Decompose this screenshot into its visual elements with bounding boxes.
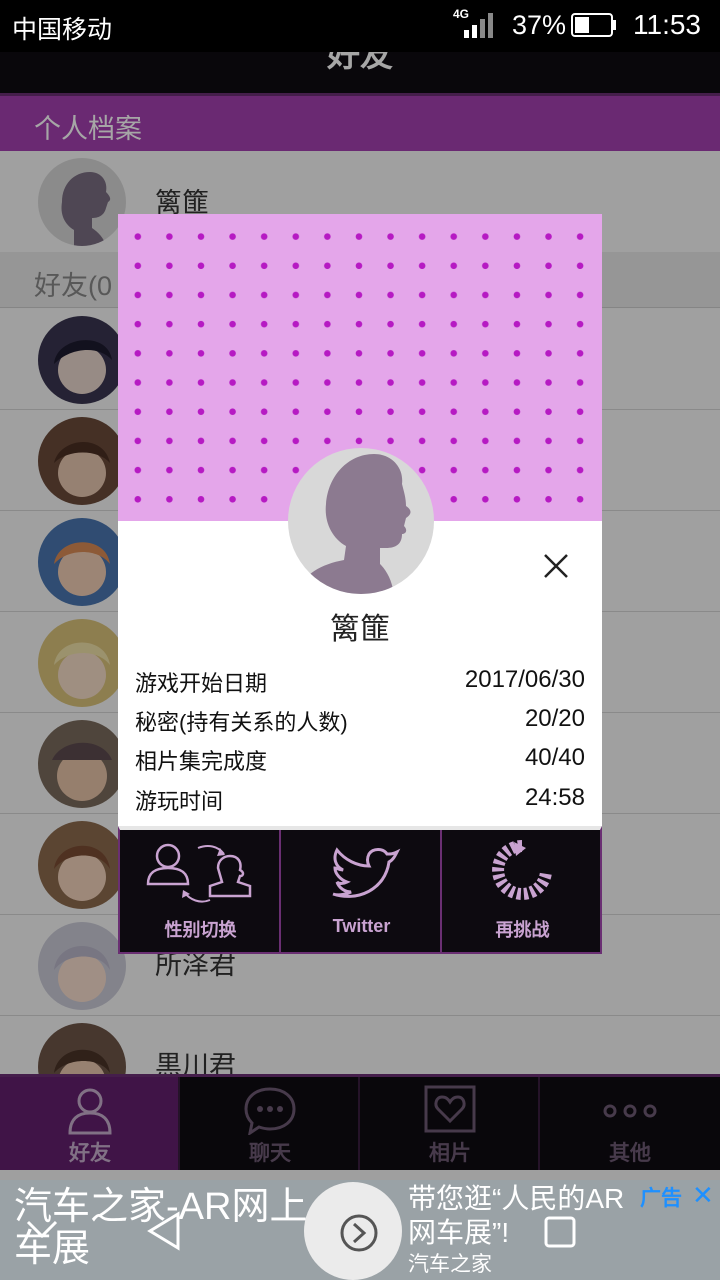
clock: 11:53 <box>633 9 701 40</box>
stat-playtime: 游玩时间 24:58 <box>135 784 585 816</box>
gender-switch-icon <box>146 843 252 903</box>
back-triangle-icon[interactable] <box>144 1210 186 1252</box>
carrier-label: 中国移动 <box>12 16 113 44</box>
action-label: 再挑战 <box>495 920 550 940</box>
stat-secrets: 秘密(持有关系的人数) 20/20 <box>135 705 585 737</box>
stat-value: 20/20 <box>524 705 585 732</box>
stat-value: 40/40 <box>524 744 585 771</box>
battery-icon <box>571 13 616 37</box>
signal-icon <box>464 13 493 38</box>
home-circle-icon[interactable] <box>338 1212 380 1254</box>
retry-icon <box>492 840 552 900</box>
stat-label: 相片集完成度 <box>135 749 268 774</box>
stat-label: 秘密(持有关系的人数) <box>135 710 348 735</box>
silhouette-avatar <box>288 448 434 594</box>
action-label: 性别切换 <box>164 920 237 940</box>
status-bar: 中国移动 4G 37% 11:53 <box>0 0 720 52</box>
dialog-actions: 性别切换 Twitter 再挑战 <box>118 826 602 954</box>
twitter-button[interactable]: Twitter <box>281 830 442 954</box>
action-label: Twitter <box>332 916 391 936</box>
ad-right-text: 带您逛“人民的AR网车展”! <box>408 1183 625 1248</box>
gender-switch-button[interactable]: 性别切换 <box>120 830 281 954</box>
stat-start-date: 游戏开始日期 2017/06/30 <box>135 666 585 698</box>
ad-tag: 广告 <box>640 1187 682 1210</box>
close-icon[interactable] <box>538 548 574 584</box>
twitter-bird-icon <box>332 847 401 898</box>
recent-apps-square-icon[interactable] <box>542 1214 578 1250</box>
stat-label: 游戏开始日期 <box>135 671 268 696</box>
ad-source: 汽车之家 <box>408 1253 492 1276</box>
ad-close-button[interactable]: ✕ <box>692 1180 714 1211</box>
stat-label: 游玩时间 <box>135 789 224 814</box>
player-name: 篱篚 <box>330 613 390 646</box>
stat-value: 24:58 <box>524 784 585 811</box>
stat-album: 相片集完成度 40/40 <box>135 744 585 776</box>
retry-button[interactable]: 再挑战 <box>442 830 603 954</box>
battery-percent: 37% <box>512 10 567 40</box>
chevron-down-icon[interactable] <box>24 1218 60 1242</box>
profile-dialog: 篱篚 游戏开始日期 2017/06/30 秘密(持有关系的人数) 20/20 相… <box>118 214 602 954</box>
stat-value: 2017/06/30 <box>464 666 585 693</box>
